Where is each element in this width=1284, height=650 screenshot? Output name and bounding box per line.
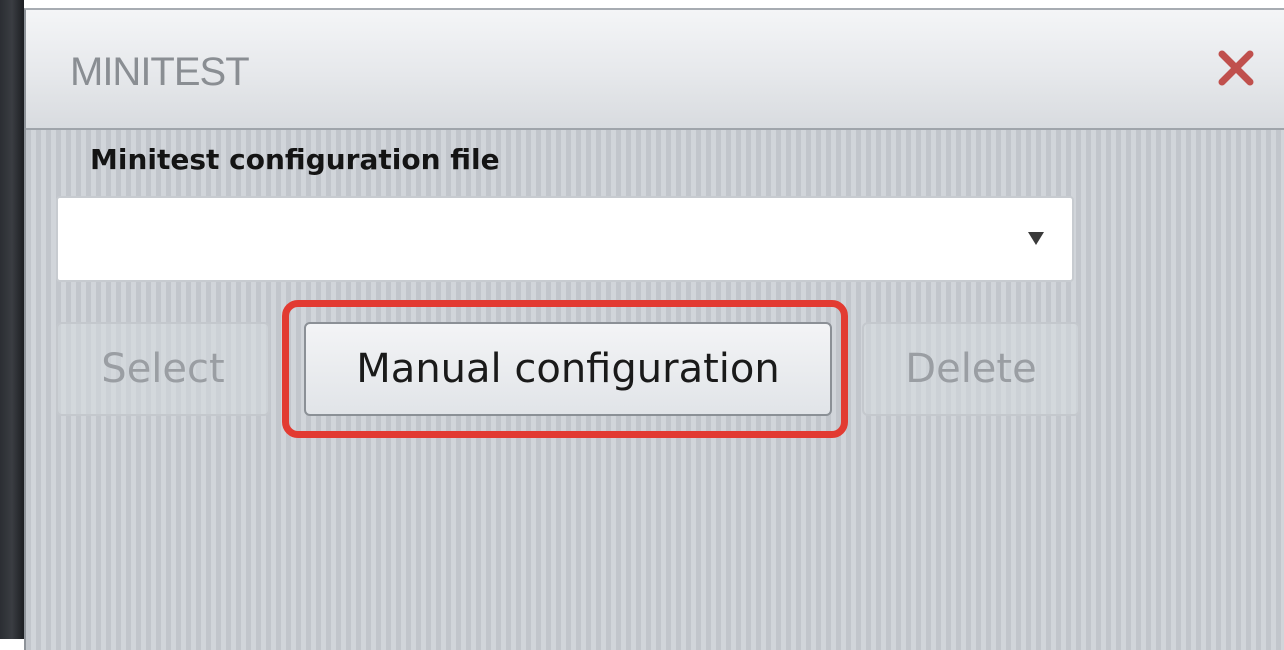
delete-button[interactable]: Delete [862,322,1080,416]
config-file-dropdown[interactable] [56,196,1074,282]
background-window-edge [0,0,24,639]
title-bar[interactable]: MINITEST [26,10,1284,130]
manual-configuration-button[interactable]: Manual configuration [304,322,832,416]
close-button[interactable] [1214,46,1258,90]
close-icon [1218,50,1254,86]
select-button[interactable]: Select [56,322,270,416]
window-title: MINITEST [70,50,250,94]
dropdown-arrow-icon[interactable] [1026,228,1046,248]
minitest-dialog: MINITEST Minitest configuration file Sel… [24,8,1284,650]
config-file-label: Minitest configuration file [90,143,500,176]
